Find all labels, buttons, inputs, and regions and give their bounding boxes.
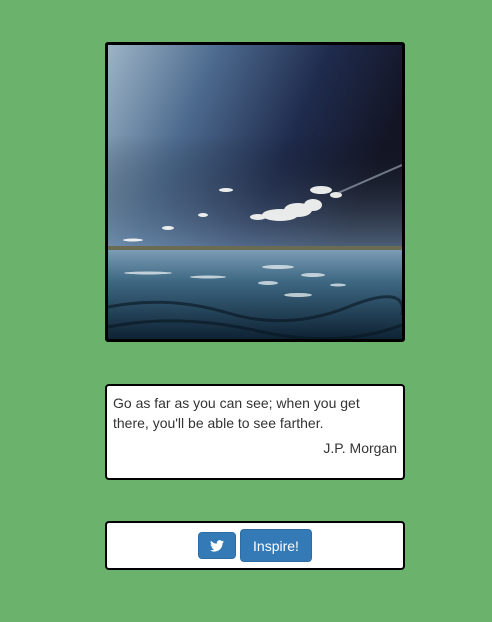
tweet-button[interactable] (198, 532, 236, 559)
twitter-icon (210, 539, 224, 552)
quote-text: Go as far as you can see; when you get t… (113, 395, 360, 431)
quote-image (105, 42, 405, 342)
inspire-button[interactable]: Inspire! (240, 529, 312, 562)
quote-author: J.P. Morgan (323, 440, 397, 456)
sea-horizon-photo (108, 45, 402, 339)
quote-card: Go as far as you can see; when you get t… (105, 384, 405, 480)
action-bar: Inspire! (105, 521, 405, 570)
